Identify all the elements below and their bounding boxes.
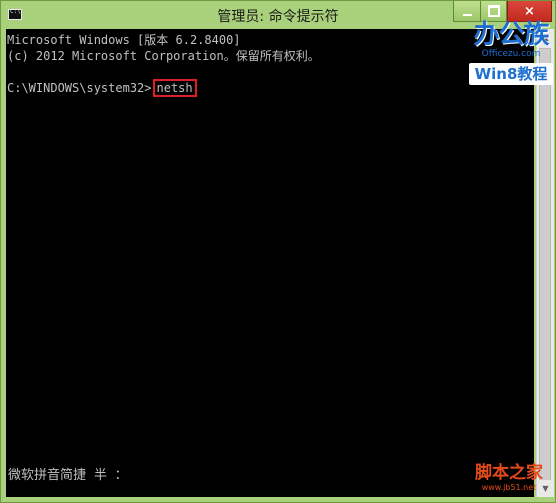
console-line-copyright: (c) 2012 Microsoft Corporation。保留所有权利。 [7, 49, 320, 63]
maximize-button[interactable] [480, 1, 507, 22]
console-output[interactable]: Microsoft Windows [版本 6.2.8400] (c) 2012… [6, 29, 534, 497]
minimize-button[interactable] [453, 1, 480, 22]
officezu-watermark: 办公族 Officezu.com Win8教程 [467, 21, 555, 99]
ime-status: 微软拼音简捷 半 ： [8, 468, 128, 483]
scrollbar-thumb[interactable] [539, 48, 551, 488]
watermark-jb51-domain: www.jb51.net [481, 483, 537, 492]
jb51-watermark: 脚本之家 www.jb51.net [463, 463, 555, 493]
watermark-jb51-brand: 脚本之家 [475, 463, 543, 483]
close-icon: × [524, 3, 535, 19]
cmd-window: 管理员: 命令提示符 × Microsoft Windows [版本 6.2.8… [0, 0, 556, 503]
close-button[interactable]: × [507, 1, 552, 22]
watermark-domain: Officezu.com [481, 49, 541, 59]
console-command-line: C:\WINDOWS\system32> netsh [7, 79, 197, 97]
minimize-icon [462, 13, 472, 16]
console-line-version: Microsoft Windows [版本 6.2.8400] [7, 33, 241, 47]
vertical-scrollbar[interactable]: ▲ ▼ [536, 29, 554, 497]
console-prompt: C:\WINDOWS\system32> [7, 81, 152, 95]
watermark-brand: 办公族 [473, 20, 549, 50]
maximize-icon [487, 5, 500, 17]
watermark-badge: Win8教程 [469, 63, 553, 85]
typed-command[interactable]: netsh [152, 79, 197, 97]
